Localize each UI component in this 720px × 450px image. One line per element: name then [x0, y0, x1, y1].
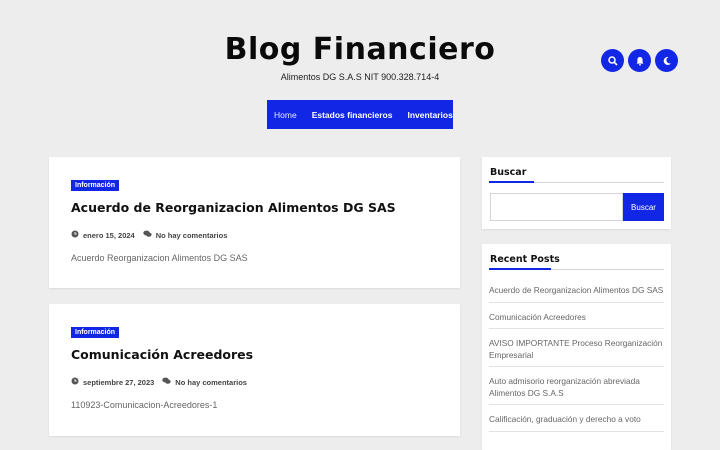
- search-button[interactable]: Buscar: [623, 193, 664, 221]
- main-nav: Home Estados financieros Inventarios: [267, 100, 453, 129]
- post-comments[interactable]: No hay comentarios: [175, 378, 247, 387]
- recent-posts-list: Acuerdo de Reorganizacion Alimentos DG S…: [489, 285, 664, 441]
- widget-title: Buscar: [490, 167, 527, 178]
- header-actions: [601, 49, 678, 72]
- comments-icon: [143, 230, 152, 240]
- nav-item-home[interactable]: Home: [274, 110, 305, 120]
- post-excerpt: 110923-Comunicacion-Acreedores-1: [71, 400, 218, 410]
- clock-icon: [71, 377, 79, 387]
- widget-divider: [489, 181, 664, 183]
- search-icon[interactable]: [601, 49, 624, 72]
- post-title[interactable]: Acuerdo de Reorganizacion Alimentos DG S…: [71, 200, 396, 215]
- search-input[interactable]: [490, 193, 623, 221]
- post-meta: enero 15, 2024 No hay comentarios: [71, 230, 227, 240]
- post-comments[interactable]: No hay comentarios: [156, 231, 228, 240]
- widget-divider: [489, 268, 664, 270]
- recent-posts-widget: Recent Posts Acuerdo de Reorganizacion A…: [482, 244, 671, 450]
- post-card: Información Comunicación Acreedores sept…: [49, 304, 460, 436]
- search-widget: Buscar Buscar: [482, 157, 671, 229]
- recent-post-link[interactable]: Acuerdo de Reorganizacion Alimentos DG S…: [489, 285, 664, 303]
- recent-post-link[interactable]: Calificación, graduación y derecho a vot…: [489, 414, 664, 432]
- category-badge[interactable]: Información: [71, 327, 120, 338]
- site-description: Alimentos DG S.A.S NIT 900.328.714-4: [280, 72, 440, 82]
- moon-icon[interactable]: [655, 49, 678, 72]
- nav-item-inventarios[interactable]: Inventarios: [407, 110, 460, 120]
- widget-title: Recent Posts: [490, 254, 560, 265]
- recent-post-link[interactable]: Auto admisorio reorganización abreviada …: [489, 376, 664, 405]
- post-card: Información Acuerdo de Reorganizacion Al…: [49, 157, 460, 288]
- post-date[interactable]: enero 15, 2024: [83, 231, 135, 240]
- post-title[interactable]: Comunicación Acreedores: [71, 347, 253, 362]
- recent-post-link[interactable]: AVISO IMPORTANTE Proceso Reorganización …: [489, 338, 664, 367]
- category-badge[interactable]: Información: [71, 180, 120, 191]
- post-meta: septiembre 27, 2023 No hay comentarios: [71, 377, 247, 387]
- recent-post-link[interactable]: Comunicación Acreedores: [489, 312, 664, 329]
- bell-icon[interactable]: [628, 49, 651, 72]
- nav-item-estados-financieros[interactable]: Estados financieros: [312, 110, 401, 120]
- clock-icon: [71, 230, 79, 240]
- post-date[interactable]: septiembre 27, 2023: [83, 378, 154, 387]
- post-excerpt: Acuerdo Reorganizacion Alimentos DG SAS: [71, 253, 248, 263]
- comments-icon: [162, 377, 171, 387]
